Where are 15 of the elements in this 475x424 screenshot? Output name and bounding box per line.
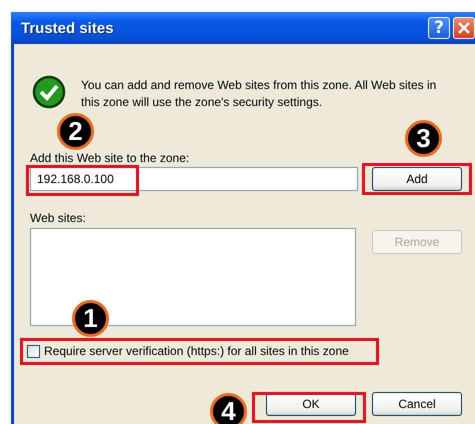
https-checkbox[interactable]: Require server verification (https:) for all sites in this zone <box>20 338 379 365</box>
website-input[interactable]: 192.168.0.100 <box>30 167 358 191</box>
dialog-button[interactable]: Cancel <box>372 392 462 416</box>
step-number: 2 <box>57 113 94 150</box>
step-number: 3 <box>405 120 442 157</box>
add-button[interactable]: Add <box>372 167 462 191</box>
window-title: Trusted sites <box>21 20 115 36</box>
list-label: Web sites: <box>30 211 86 225</box>
help-button[interactable]: ? <box>428 17 450 39</box>
info-text: You can add and remove Web sites from this zone. All Web sites in this zone will use the zone's security settings. <box>81 77 438 111</box>
website-list[interactable] <box>30 228 356 326</box>
close-button[interactable] <box>453 17 475 39</box>
field-label: Add this Web site to the zone: <box>30 151 190 165</box>
step-number: 4 <box>210 393 247 424</box>
close-icon <box>457 21 471 35</box>
